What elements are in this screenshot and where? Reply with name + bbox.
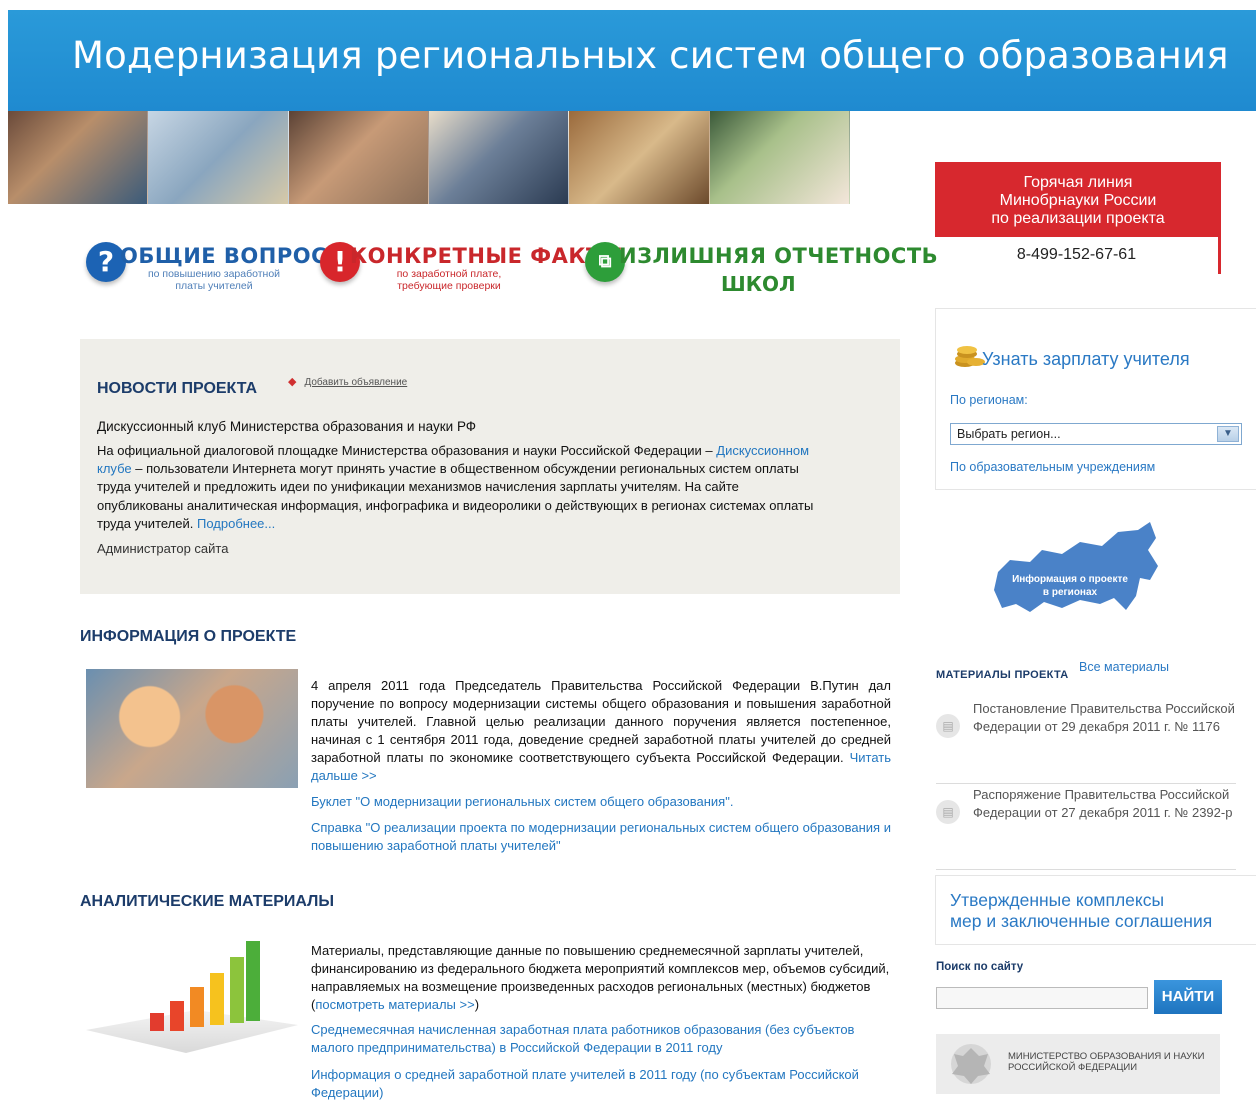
news-more-link[interactable]: Подробнее... xyxy=(197,516,275,531)
material-text: Постановление Правительства Российской Ф… xyxy=(973,701,1235,734)
category-title: ОБЩИЕ ВОПРОСЫ xyxy=(120,244,350,268)
material-text: Распоряжение Правительства Российской Фе… xyxy=(973,787,1233,820)
by-region-label: По регионам: xyxy=(950,393,1028,407)
news-headline: Дискуссионный клуб Министерства образова… xyxy=(97,419,477,434)
chevron-down-icon[interactable]: ▼ xyxy=(1217,426,1239,442)
news-body: На официальной диалоговой площадке Минис… xyxy=(97,443,814,531)
banner-photo xyxy=(8,111,149,204)
ministry-name: МИНИСТЕРСТВО ОБРАЗОВАНИЯ И НАУКИ РОССИЙСК… xyxy=(1008,1051,1205,1073)
category-subtitle: ШКОЛ xyxy=(721,272,796,296)
by-institution-link[interactable]: По образовательным учреждениям xyxy=(950,460,1155,474)
photo-banner xyxy=(8,111,850,204)
category-nav: ? ОБЩИЕ ВОПРОСЫ по повышению заработной п… xyxy=(86,238,938,308)
salary-widget: Узнать зарплату учителя По регионам: Выб… xyxy=(935,308,1256,490)
material-item[interactable]: ▤ Распоряжение Правительства Российской … xyxy=(936,786,1236,870)
ministry-banner[interactable]: МИНИСТЕРСТВО ОБРАЗОВАНИЯ И НАУКИ РОССИЙСК… xyxy=(936,1034,1220,1094)
category-subtitle: по повышению заработной платы учителей xyxy=(147,268,281,292)
search-label: Поиск по сайту xyxy=(936,961,1024,973)
banner-photo xyxy=(428,111,570,204)
teacher-salary-link[interactable]: Информация о средней заработной плате уч… xyxy=(311,1066,891,1102)
map-label[interactable]: Информация о проекте в регионах xyxy=(1000,573,1140,599)
banner-photo xyxy=(148,111,289,204)
avg-salary-link[interactable]: Среднемесячная начисленная заработная пл… xyxy=(311,1021,891,1057)
bar-chart-illustration xyxy=(86,941,298,1053)
category-title: ИЗЛИШНЯЯ ОТЧЕТНОСТЬ xyxy=(619,244,939,268)
news-section-title: НОВОСТИ ПРОЕКТА xyxy=(97,380,258,397)
about-text: 4 апреля 2011 года Председатель Правител… xyxy=(311,678,891,783)
hotline-phone: 8-499-152-67-61 xyxy=(935,237,1221,274)
site-title: Модернизация региональных систем общего … xyxy=(72,34,1229,77)
about-section-title: ИНФОРМАЦИЯ О ПРОЕКТЕ xyxy=(80,628,297,645)
analytics-section-title: АНАЛИТИЧЕСКИЕ МАТЕРИАЛЫ xyxy=(80,893,335,910)
site-header: Модернизация региональных систем общего … xyxy=(8,10,1256,111)
add-announcement-link[interactable]: ◆ Добавить объявление xyxy=(288,375,407,388)
analytics-text: Материалы, представляющие данные по повы… xyxy=(311,943,890,1012)
hotline-box: Горячая линия Минобрнауки России по реализ… xyxy=(935,162,1221,274)
emblem-icon xyxy=(951,1044,991,1084)
reference-link[interactable]: Справка "О реализации проекта по модерни… xyxy=(311,819,891,855)
search-button[interactable]: НАЙТИ xyxy=(1154,980,1222,1014)
approved-measures-link[interactable]: Утвержденные комплексы мер и заключенные … xyxy=(935,875,1256,945)
about-photo xyxy=(86,669,298,788)
banner-photo xyxy=(288,111,429,204)
news-panel: НОВОСТИ ПРОЕКТА ◆ Добавить объявление Дис… xyxy=(80,339,900,594)
search-input[interactable] xyxy=(936,987,1148,1009)
view-materials-link[interactable]: посмотреть материалы >> xyxy=(315,997,474,1012)
document-icon: ▤ xyxy=(936,714,960,738)
salary-title[interactable]: Узнать зарплату учителя xyxy=(982,349,1190,370)
region-select[interactable]: Выбрать регион... ▼ xyxy=(950,423,1242,445)
banner-photo xyxy=(709,111,850,204)
category-title: КОНКРЕТНЫЕ ФАКТЫ xyxy=(350,244,624,268)
banner-photo xyxy=(569,111,710,204)
document-icon: ▤ xyxy=(936,800,960,824)
all-materials-link[interactable]: Все материалы xyxy=(1079,660,1169,674)
material-item[interactable]: ▤ Постановление Правительства Российской… xyxy=(936,700,1236,784)
diamond-icon: ◆ xyxy=(288,376,297,388)
booklet-link[interactable]: Буклет "О модернизации региональных сист… xyxy=(311,794,733,809)
hotline-title: Горячая линия Минобрнауки России по реализ… xyxy=(935,162,1221,237)
category-subtitle: по заработной плате, требующие проверки xyxy=(396,268,502,292)
materials-title: МАТЕРИАЛЫ ПРОЕКТА xyxy=(936,669,1069,681)
news-author: Администратор сайта xyxy=(97,541,229,556)
